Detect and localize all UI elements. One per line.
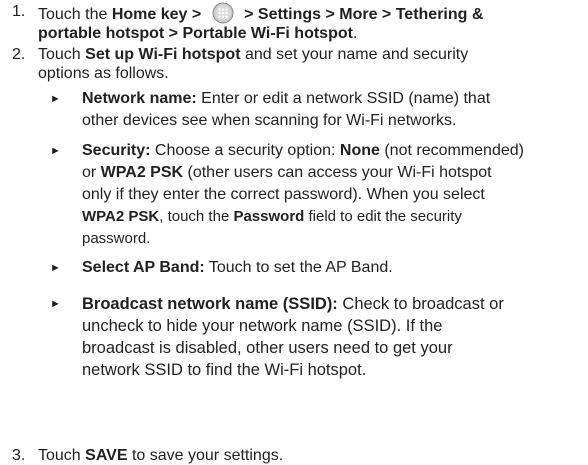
bullet-text: password.	[82, 230, 151, 247]
step-text: to save your settings.	[127, 447, 284, 464]
step-number: 1.	[12, 3, 26, 20]
bullet-broadcast-ssid: ► Broadcast network name (SSID): Check t…	[50, 293, 578, 381]
option-none: None	[339, 142, 380, 159]
bullet-text: (other users can access your Wi-Fi hotsp…	[183, 164, 492, 181]
step-3: 3. Touch SAVE to save your settings.	[12, 446, 578, 465]
bullet-label: Security:	[82, 142, 151, 159]
step-text: options as follows.	[38, 65, 169, 82]
step-number: 3.	[12, 447, 26, 464]
bullet-ap-band: ► Select AP Band: Touch to set the AP Ba…	[50, 257, 578, 279]
apps-grid-icon	[212, 2, 234, 24]
bullet-arrow-icon: ►	[50, 298, 61, 310]
bullet-text: broadcast is disabled, other users need …	[82, 339, 453, 357]
step-text: key >	[156, 6, 206, 23]
step-2: 2. Touch Set up Wi-Fi hotspot and set yo…	[12, 45, 578, 83]
step-text: Touch the	[38, 6, 112, 23]
bullet-text: Touch to set the AP Band.	[204, 259, 393, 276]
step-1: 1. Touch the Home key > > Settings > Mor…	[12, 2, 578, 43]
bullet-text: Choose a security option:	[150, 142, 340, 159]
bullet-arrow-icon: ►	[50, 145, 61, 157]
bullet-text: only if they enter the correct password)…	[82, 186, 485, 203]
bullet-arrow-icon: ►	[50, 262, 61, 274]
step-text: .	[352, 25, 358, 42]
save-label: SAVE	[85, 447, 128, 464]
bullet-label: Select AP Band:	[82, 259, 205, 276]
option-wpa2-psk: WPA2 PSK	[100, 164, 184, 181]
bullet-text: other devices see when scanning for Wi-F…	[82, 112, 457, 129]
bullet-text: field to edit the security	[304, 208, 462, 225]
bullet-text: or	[82, 164, 101, 181]
bullet-arrow-icon: ►	[50, 93, 61, 105]
settings-path: > Settings > More > Tethering &	[239, 6, 484, 23]
step-text: and set your name and security	[240, 46, 469, 63]
step-number: 2.	[12, 46, 26, 63]
bullet-text: , touch the	[159, 208, 234, 225]
step-text: Touch	[38, 447, 86, 464]
bullet-text: network SSID to find the Wi-Fi hotspot.	[82, 361, 367, 379]
bullet-label: Network name:	[82, 90, 197, 107]
bullet-text: uncheck to hide your network name (SSID)…	[82, 317, 443, 335]
bullet-text: Enter or edit a network SSID (name) that	[196, 90, 491, 107]
bullet-text: (not recommended)	[379, 142, 524, 159]
bullet-security: ► Security: Choose a security option: No…	[50, 140, 578, 250]
bullet-text: Check to broadcast or	[337, 295, 504, 313]
option-wpa2-psk: WPA2 PSK	[82, 208, 160, 225]
settings-path: portable hotspot > Portable Wi-Fi hotspo…	[38, 25, 353, 42]
password-field-label: Password	[233, 208, 305, 225]
bullet-label: Broadcast network name (SSID):	[82, 295, 338, 313]
step-text: Touch	[38, 46, 86, 63]
bullet-network-name: ► Network name: Enter or edit a network …	[50, 88, 578, 132]
home-key-label: Home	[111, 6, 157, 23]
setup-hotspot-label: Set up Wi-Fi hotspot	[85, 46, 241, 63]
